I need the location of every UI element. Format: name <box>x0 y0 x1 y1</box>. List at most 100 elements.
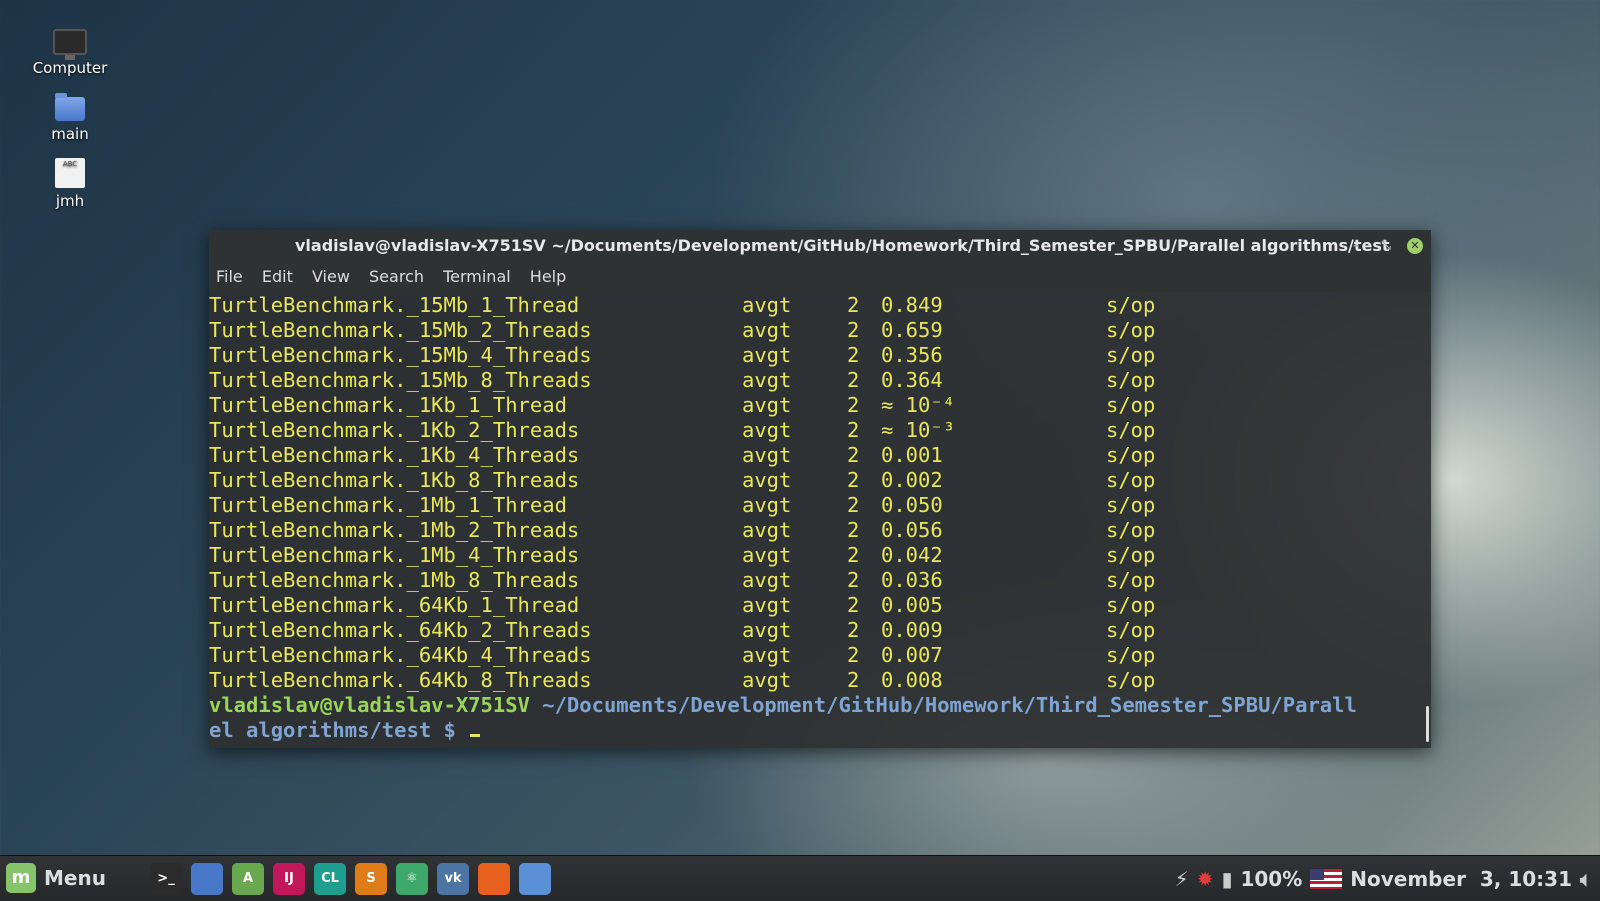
benchmark-count: 2 <box>847 568 860 592</box>
android-studio-icon[interactable]: A <box>232 863 264 895</box>
benchmark-mode: avgt <box>742 468 792 492</box>
scrollbar-thumb[interactable] <box>1426 706 1429 742</box>
clock[interactable]: November 3, 10:31 <box>1350 867 1572 891</box>
desktop-icon-main[interactable]: main <box>20 93 120 143</box>
vk-icon[interactable]: vk <box>437 863 469 895</box>
benchmark-name: TurtleBenchmark._15Mb_4_Threads <box>209 343 592 367</box>
benchmark-row: TurtleBenchmark._15Mb_1_Thread avgt 2 0.849… <box>209 293 1421 318</box>
sublime-text-icon[interactable]: S <box>355 863 387 895</box>
benchmark-score: ≈ 10⁻⁴ <box>881 393 956 417</box>
terminal-window[interactable]: vladislav@vladislav-X751SV ~/Documents/D… <box>209 230 1431 748</box>
desktop-icon-label: main <box>51 125 89 143</box>
benchmark-row: TurtleBenchmark._64Kb_2_Threads avgt 2 0.00… <box>209 618 1421 643</box>
benchmark-mode: avgt <box>742 368 792 392</box>
benchmark-units: s/op <box>1106 493 1156 517</box>
benchmark-units: s/op <box>1106 318 1156 342</box>
benchmark-units: s/op <box>1106 343 1156 367</box>
benchmark-mode: avgt <box>742 643 792 667</box>
menu-search[interactable]: Search <box>369 267 424 286</box>
close-button[interactable]: ✕ <box>1407 238 1423 254</box>
menu-edit[interactable]: Edit <box>262 267 293 286</box>
benchmark-score: 0.849 <box>881 293 943 317</box>
benchmark-name: TurtleBenchmark._1Kb_4_Threads <box>209 443 580 467</box>
prompt-path-continued: el algorithms/test <box>209 718 432 742</box>
benchmark-row: TurtleBenchmark._15Mb_2_Threads avgt 2 0.65… <box>209 318 1421 343</box>
desktop-icon-jmh[interactable]: ABC jmh <box>20 158 120 210</box>
menu-view[interactable]: View <box>312 267 350 286</box>
benchmark-score: 0.356 <box>881 343 943 367</box>
benchmark-name: TurtleBenchmark._1Mb_1_Thread <box>209 493 567 517</box>
menu-file[interactable]: File <box>216 267 243 286</box>
keyboard-layout-flag-icon[interactable] <box>1310 868 1343 889</box>
benchmark-units: s/op <box>1106 668 1156 692</box>
start-menu-button[interactable]: m Menu <box>6 862 106 894</box>
benchmark-score: 0.056 <box>881 518 943 542</box>
volume-icon[interactable]: 🔈︎ <box>1580 867 1592 891</box>
text-cursor <box>470 734 481 737</box>
benchmark-name: TurtleBenchmark._1Mb_2_Threads <box>209 518 580 542</box>
menu-help[interactable]: Help <box>530 267 566 286</box>
benchmark-row: TurtleBenchmark._1Kb_4_Threads avgt 2 0.001… <box>209 443 1421 468</box>
network-icon[interactable]: ⚡ <box>1175 867 1189 891</box>
benchmark-mode: avgt <box>742 518 792 542</box>
prompt-user-host: vladislav@vladislav-X751SV <box>209 693 530 717</box>
intellij-idea-icon[interactable]: IJ <box>273 863 305 895</box>
scrollbar[interactable] <box>1423 293 1429 748</box>
clion-icon[interactable]: CL <box>314 863 346 895</box>
benchmark-name: TurtleBenchmark._64Kb_8_Threads <box>209 668 592 692</box>
benchmark-units: s/op <box>1106 593 1156 617</box>
benchmark-score: 0.364 <box>881 368 943 392</box>
benchmark-count: 2 <box>847 368 860 392</box>
benchmark-count: 2 <box>847 443 860 467</box>
shell-prompt: vladislav@vladislav-X751SV ~/Documents/D… <box>209 693 1421 718</box>
panel-launchers: >_ A IJ CL S ⚛ vk <box>150 863 560 895</box>
window-titlebar[interactable]: vladislav@vladislav-X751SV ~/Documents/D… <box>209 230 1431 262</box>
update-manager-icon[interactable]: ✹ <box>1197 867 1214 891</box>
benchmark-name: TurtleBenchmark._15Mb_2_Threads <box>209 318 592 342</box>
terminal-output[interactable]: TurtleBenchmark._15Mb_1_Threadavgt 2 0.849… <box>209 293 1421 748</box>
benchmark-mode: avgt <box>742 618 792 642</box>
benchmark-name: TurtleBenchmark._15Mb_1_Thread <box>209 293 580 317</box>
benchmark-name: TurtleBenchmark._1Kb_2_Threads <box>209 418 580 442</box>
firefox-icon[interactable] <box>478 863 510 895</box>
benchmark-name: TurtleBenchmark._1Kb_8_Threads <box>209 468 580 492</box>
benchmark-mode: avgt <box>742 393 792 417</box>
terminal-icon[interactable]: >_ <box>150 863 182 895</box>
benchmark-count: 2 <box>847 668 860 692</box>
benchmark-count: 2 <box>847 543 860 567</box>
start-menu-label: Menu <box>44 866 106 890</box>
benchmark-units: s/op <box>1106 368 1156 392</box>
battery-percent: 100% <box>1240 866 1303 891</box>
benchmark-row: TurtleBenchmark._15Mb_4_Threads avgt 2 0.35… <box>209 343 1421 368</box>
benchmark-score: 0.001 <box>881 443 943 467</box>
system-tray: ⚡ ✹ ▮ 100% November 3, 10:31 🔈︎ <box>1175 856 1600 901</box>
benchmark-count: 2 <box>847 643 860 667</box>
desktop-icon-computer[interactable]: Computer <box>20 25 120 77</box>
battery-icon[interactable]: ▮ <box>1221 867 1232 891</box>
benchmark-count: 2 <box>847 493 860 517</box>
restore-button[interactable]: ⤡ <box>1378 238 1394 254</box>
benchmark-row: TurtleBenchmark._1Mb_2_Threads avgt 2 0.056… <box>209 518 1421 543</box>
benchmark-score: 0.002 <box>881 468 943 492</box>
benchmark-name: TurtleBenchmark._64Kb_4_Threads <box>209 643 592 667</box>
atom-icon[interactable]: ⚛ <box>396 863 428 895</box>
benchmark-mode: avgt <box>742 418 792 442</box>
benchmark-row: TurtleBenchmark._64Kb_4_Threads avgt 2 0.00… <box>209 643 1421 668</box>
menu-terminal[interactable]: Terminal <box>443 267 511 286</box>
benchmark-mode: avgt <box>742 318 792 342</box>
desktop-icon-label: Computer <box>32 59 108 77</box>
benchmark-units: s/op <box>1106 293 1156 317</box>
benchmark-count: 2 <box>847 318 860 342</box>
benchmark-count: 2 <box>847 468 860 492</box>
benchmark-count: 2 <box>847 293 860 317</box>
shell-prompt-continued: el algorithms/test $ <box>209 718 1421 743</box>
home-folder-icon[interactable] <box>191 863 223 895</box>
chromium-icon[interactable] <box>519 863 551 895</box>
minimize-button[interactable]: – <box>1348 238 1364 254</box>
benchmark-mode: avgt <box>742 343 792 367</box>
desktop-icon-label: jmh <box>55 192 85 210</box>
prompt-symbol: $ <box>431 718 469 742</box>
benchmark-count: 2 <box>847 618 860 642</box>
benchmark-count: 2 <box>847 593 860 617</box>
benchmark-score: 0.008 <box>881 668 943 692</box>
